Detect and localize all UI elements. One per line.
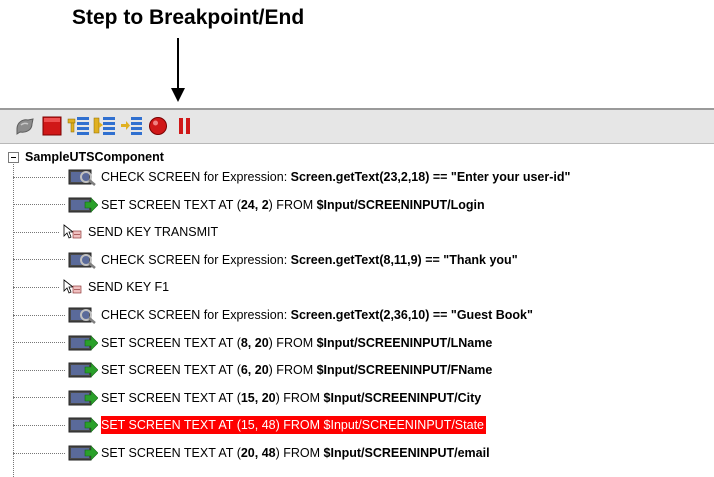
tree-row-label: SET SCREEN TEXT AT (15, 20) FROM $Input/…: [101, 391, 481, 405]
debugger-panel: SampleUTSComponent CHECK SCREEN for Expr…: [0, 108, 714, 477]
tree-connector: [13, 369, 65, 371]
row-expr: Screen.getText(23,2,18) == "Enter your u…: [290, 170, 571, 184]
send-key-icon: [62, 223, 82, 241]
row-expr: Screen.getText(2,36,10) == "Guest Book": [290, 308, 533, 322]
tree-connector: [13, 342, 65, 344]
row-prefix: CHECK SCREEN for Expression:: [101, 170, 291, 184]
set-screen-text-icon: [68, 361, 99, 379]
debugger-toolbar: [0, 110, 714, 144]
pause-icon[interactable]: [174, 116, 196, 136]
disconnect-icon[interactable]: [14, 116, 36, 136]
send-key-icon: [62, 278, 82, 296]
script-tree: SampleUTSComponent CHECK SCREEN for Expr…: [0, 144, 714, 477]
step-to-breakpoint-icon[interactable]: [120, 116, 142, 136]
tree-root[interactable]: SampleUTSComponent: [8, 148, 164, 166]
callout-label: Step to Breakpoint/End: [72, 6, 305, 29]
step-over-icon[interactable]: [93, 116, 115, 136]
row-src: $Input/SCREENINPUT/City: [323, 390, 482, 405]
tree-row[interactable]: SEND KEY F1: [13, 276, 169, 298]
arrow-down-icon: [171, 38, 185, 102]
row-mid: ) FROM: [275, 446, 324, 460]
step-into-icon[interactable]: [67, 116, 89, 136]
row-pos: 8, 20: [240, 335, 269, 350]
tree-row-label: CHECK SCREEN for Expression: Screen.getT…: [101, 253, 518, 267]
row-prefix: SET SCREEN TEXT AT (: [101, 390, 241, 405]
set-screen-text-icon: [68, 416, 99, 434]
tree-row[interactable]: SET SCREEN TEXT AT (24, 2) FROM $Input/S…: [13, 194, 485, 216]
tree-connector: [13, 204, 65, 206]
tree-row-label: SEND KEY F1: [88, 280, 169, 294]
tree-row-label: SET SCREEN TEXT AT (15, 48) FROM $Input/…: [101, 416, 486, 435]
tree-row[interactable]: CHECK SCREEN for Expression: Screen.getT…: [13, 166, 570, 188]
set-screen-text-icon: [68, 196, 99, 214]
tree-row-label: SEND KEY TRANSMIT: [88, 225, 218, 239]
tree-row[interactable]: SET SCREEN TEXT AT (6, 20) FROM $Input/S…: [13, 359, 492, 381]
tree-connector: [13, 314, 65, 316]
row-mid: ) FROM: [268, 197, 317, 212]
row-prefix: SET SCREEN TEXT AT (: [101, 335, 241, 350]
row-mid: ) FROM: [268, 363, 317, 378]
tree-connector: [13, 452, 65, 454]
tree-row[interactable]: CHECK SCREEN for Expression: Screen.getT…: [13, 304, 533, 326]
set-screen-text-icon: [68, 389, 99, 407]
tree-row[interactable]: SEND KEY TRANSMIT: [13, 221, 218, 243]
row-pos: 20, 48: [240, 446, 276, 460]
tree-connector: [13, 231, 59, 233]
row-plain: SEND KEY F1: [88, 280, 170, 295]
stop-icon[interactable]: [41, 116, 63, 136]
tree-row-label: SET SCREEN TEXT AT (6, 20) FROM $Input/S…: [101, 363, 492, 377]
tree-connector: [13, 176, 65, 178]
tree-row-selected[interactable]: SET SCREEN TEXT AT (15, 48) FROM $Input/…: [13, 414, 486, 436]
tree-row-label: CHECK SCREEN for Expression: Screen.getT…: [101, 308, 533, 322]
tree-connector: [13, 286, 59, 288]
row-prefix: CHECK SCREEN for Expression:: [101, 308, 291, 322]
tree-row-label: SET SCREEN TEXT AT (24, 2) FROM $Input/S…: [101, 198, 485, 212]
row-prefix: SET SCREEN TEXT AT (: [101, 197, 241, 212]
row-mid: ) FROM: [268, 335, 317, 350]
set-screen-text-icon: [68, 334, 99, 352]
tree-connector: [13, 397, 65, 399]
tree-row[interactable]: SET SCREEN TEXT AT (15, 20) FROM $Input/…: [13, 387, 481, 409]
row-prefix: SET SCREEN TEXT AT (: [101, 363, 241, 378]
collapse-icon[interactable]: [8, 151, 19, 163]
row-plain: SET SCREEN TEXT AT (15, 48) FROM $Input/…: [101, 418, 484, 433]
tree-connector: [13, 259, 65, 261]
row-plain: SEND KEY TRANSMIT: [88, 225, 219, 240]
row-pos: 6, 20: [240, 363, 269, 378]
row-src: $Input/SCREENINPUT/email: [323, 446, 490, 460]
tree-row-label: SET SCREEN TEXT AT (8, 20) FROM $Input/S…: [101, 336, 492, 350]
tree-root-label: SampleUTSComponent: [25, 150, 164, 164]
row-src: $Input/SCREENINPUT/Login: [316, 197, 485, 212]
row-src: $Input/SCREENINPUT/FName: [316, 363, 493, 378]
record-icon[interactable]: [147, 116, 169, 136]
row-prefix: SET SCREEN TEXT AT (: [101, 446, 241, 460]
tree-row-label: SET SCREEN TEXT AT (20, 48) FROM $Input/…: [101, 446, 490, 460]
row-expr: Screen.getText(8,11,9) == "Thank you": [290, 252, 518, 267]
tree-connector: [13, 424, 65, 426]
set-screen-text-icon: [68, 444, 99, 462]
row-src: $Input/SCREENINPUT/LName: [316, 335, 493, 350]
tree-row-label: CHECK SCREEN for Expression: Screen.getT…: [101, 170, 570, 184]
check-screen-icon: [68, 251, 98, 269]
row-mid: ) FROM: [275, 390, 324, 405]
check-screen-icon: [68, 306, 98, 324]
tree-row[interactable]: SET SCREEN TEXT AT (20, 48) FROM $Input/…: [13, 442, 490, 464]
row-pos: 15, 20: [240, 390, 276, 405]
row-pos: 24, 2: [240, 197, 269, 212]
tree-row[interactable]: SET SCREEN TEXT AT (8, 20) FROM $Input/S…: [13, 332, 492, 354]
check-screen-icon: [68, 168, 98, 186]
tree-row[interactable]: CHECK SCREEN for Expression: Screen.getT…: [13, 249, 518, 271]
row-prefix: CHECK SCREEN for Expression:: [101, 252, 291, 267]
